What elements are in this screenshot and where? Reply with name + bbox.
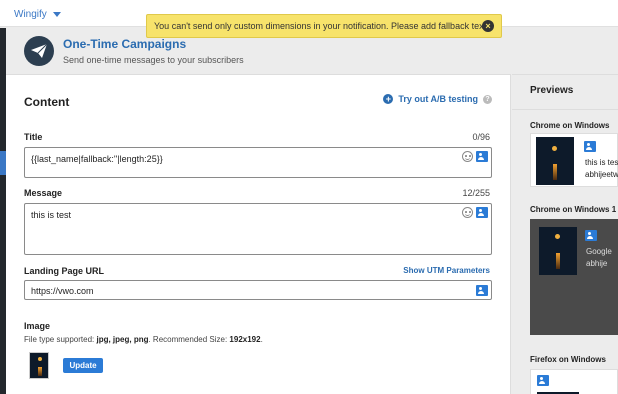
preview-card-chrome: this is tes abhijeetw	[530, 133, 618, 187]
preview-label: Chrome on Windows	[530, 121, 610, 130]
section-title: Content	[24, 95, 70, 109]
image-label: Image	[24, 321, 51, 331]
title-label: Title	[24, 132, 43, 142]
preview-label: Firefox on Windows	[530, 355, 606, 364]
preview-image	[536, 137, 574, 185]
page-title: One-Time Campaigns	[63, 37, 187, 51]
image-thumbnail	[29, 352, 49, 379]
personalization-icon	[585, 230, 597, 241]
message-char-count: 12/255	[462, 188, 490, 198]
help-icon[interactable]: ?	[483, 94, 492, 104]
preview-text: this is tes	[585, 158, 618, 167]
preview-sender: abhijeetw	[585, 170, 618, 179]
title-value: {{last_name|fallback:''|length:25}}	[31, 154, 163, 164]
brand-name: Wingify	[14, 9, 47, 20]
plus-circle-icon: +	[383, 94, 394, 104]
emoji-icon[interactable]	[462, 207, 473, 218]
url-label: Landing Page URL	[24, 266, 105, 276]
page-subtitle: Send one-time messages to your subscribe…	[63, 55, 244, 65]
emoji-icon[interactable]	[462, 151, 473, 162]
message-value: this is test	[31, 210, 72, 220]
personalization-icon	[584, 141, 596, 152]
preview-card-firefox	[530, 369, 618, 394]
title-char-count: 0/96	[472, 132, 490, 142]
divider	[512, 109, 618, 110]
url-input[interactable]: https://vwo.com	[24, 280, 492, 300]
previews-title: Previews	[530, 85, 574, 96]
previews-panel: Previews Chrome on Windows this is tes a…	[512, 74, 618, 394]
paper-plane-icon	[24, 36, 54, 66]
toast-message: You can't send only custom dimensions in…	[154, 21, 489, 31]
preview-card-chrome-dark: Google abhije	[530, 219, 618, 335]
personalization-icon[interactable]	[476, 207, 488, 218]
message-textarea[interactable]: this is test	[24, 203, 492, 255]
preview-sender: abhije	[586, 259, 608, 268]
personalization-icon	[537, 375, 549, 386]
ab-testing-label: Try out A/B testing	[398, 94, 478, 104]
url-value: https://vwo.com	[31, 286, 94, 296]
ab-testing-link[interactable]: + Try out A/B testing ?	[383, 94, 492, 104]
personalization-icon[interactable]	[476, 151, 488, 162]
preview-text: Google	[586, 247, 612, 256]
error-toast: You can't send only custom dimensions in…	[146, 14, 502, 38]
content-panel: Content + Try out A/B testing ? Title 0/…	[6, 74, 511, 394]
update-image-button[interactable]: Update	[63, 358, 103, 373]
personalization-icon[interactable]	[476, 285, 488, 296]
utm-parameters-link[interactable]: Show UTM Parameters	[403, 266, 490, 275]
title-input[interactable]: {{last_name|fallback:''|length:25}}	[24, 147, 492, 178]
account-switcher[interactable]: Wingify	[14, 9, 61, 20]
close-icon[interactable]: ×	[482, 20, 494, 32]
message-label: Message	[24, 188, 63, 198]
file-type-hint: File type supported: jpg, jpeg, png. Rec…	[24, 335, 263, 344]
preview-label: Chrome on Windows 1	[530, 205, 617, 214]
preview-image	[539, 227, 577, 275]
chevron-down-icon	[52, 12, 61, 17]
